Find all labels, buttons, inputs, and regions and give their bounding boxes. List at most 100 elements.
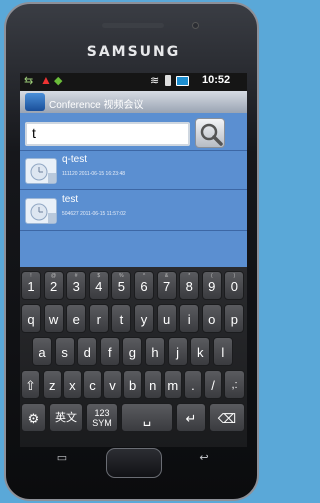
key[interactable]: $4	[88, 271, 109, 300]
menu-button[interactable]: ▭	[52, 451, 72, 475]
key[interactable]: y	[134, 304, 154, 333]
key[interactable]: m	[163, 370, 183, 399]
key[interactable]: l	[212, 337, 233, 366]
key[interactable]: g	[122, 337, 143, 366]
key[interactable]: o	[201, 304, 222, 333]
key[interactable]: ) 0	[224, 271, 245, 300]
key[interactable]: (9	[201, 271, 222, 300]
main-content: t q-test 111120 2011-06-15 16:23:48 test…	[20, 113, 247, 267]
key[interactable]: @2	[43, 271, 64, 300]
symbols-key-bottom: SYM	[92, 418, 112, 428]
key-label: 6	[140, 279, 148, 294]
key-hint: %	[119, 273, 124, 279]
key-hint: )	[233, 273, 236, 279]
key[interactable]: /	[203, 370, 223, 399]
status-bar: ⇆ ▲ ◆ ≋ 10:52	[20, 73, 247, 91]
list-item[interactable]: test 504627 2011-06-15 11:57:02	[20, 191, 247, 231]
key[interactable]: e	[66, 304, 87, 333]
search-button[interactable]	[195, 118, 225, 148]
key-label: 0	[230, 279, 238, 294]
home-button[interactable]	[106, 448, 162, 478]
symbols-key[interactable]: 123 SYM	[86, 403, 118, 432]
earpiece-speaker	[102, 23, 164, 28]
key[interactable]: f	[99, 337, 120, 366]
soft-keyboard: ! 1 @2 #3 $4% 5 ^ 6 & 7 * 8(9) 0 qwertyuiop asdfghjk…	[20, 267, 247, 447]
key[interactable]: t	[111, 304, 132, 333]
clock: 10:52	[202, 74, 231, 86]
sim-icon	[165, 75, 171, 86]
shift-icon: ⇧	[25, 378, 36, 393]
key-hint: @	[51, 273, 57, 279]
key-label: 1	[27, 279, 35, 294]
key[interactable]: z	[43, 370, 62, 399]
back-button[interactable]: ↩	[194, 451, 214, 475]
key[interactable]: ^ 6	[134, 271, 154, 300]
android-icon: ◆	[54, 75, 63, 87]
key[interactable]: b	[123, 370, 142, 399]
key[interactable]: d	[77, 337, 98, 366]
backspace-key[interactable]: ⌫	[209, 403, 245, 432]
settings-key[interactable]: ⚙	[21, 403, 46, 432]
key[interactable]: h	[145, 337, 165, 366]
search-input[interactable]: t	[25, 122, 190, 146]
shift-key[interactable]: ⇧	[21, 370, 40, 399]
key[interactable]: r	[88, 304, 109, 333]
phone-frame: SAMSUNG ⇆ ▲ ◆ ≋ 10:52 Conference 视频会议 t	[4, 2, 259, 501]
menu-icon: ▭	[56, 452, 68, 464]
key[interactable]: v	[103, 370, 122, 399]
list-item-title: test	[62, 194, 79, 205]
brand-logo: SAMSUNG	[86, 44, 181, 60]
key[interactable]: k	[190, 337, 211, 366]
key[interactable]: % 5	[111, 271, 132, 300]
backspace-icon: ⌫	[217, 411, 237, 426]
enter-key[interactable]: ↵	[176, 403, 206, 432]
enter-icon: ↵	[185, 411, 197, 426]
wifi-icon: ≋	[150, 75, 160, 87]
key[interactable]: p	[224, 304, 245, 333]
punctuation-key[interactable]: ,:	[224, 370, 245, 399]
key[interactable]: i	[179, 304, 200, 333]
search-icon	[200, 123, 223, 146]
gear-icon: ⚙	[27, 411, 40, 426]
key[interactable]: q	[21, 304, 41, 333]
list-item-subtitle: 504627 2011-06-15 11:57:02	[62, 211, 126, 217]
conference-icon	[25, 158, 57, 184]
app-title: Conference 视频会议	[49, 100, 144, 111]
key-label: 8	[185, 279, 193, 294]
usb-icon: ⇆	[24, 75, 34, 87]
key-label: 7	[162, 279, 171, 294]
key[interactable]: w	[43, 304, 64, 333]
key-label: 4	[95, 279, 103, 294]
space-key[interactable]: ␣	[121, 403, 173, 432]
key[interactable]: u	[156, 304, 177, 333]
symbols-key-top: 123	[94, 408, 110, 418]
key[interactable]: #3	[66, 271, 87, 300]
battery-icon	[176, 76, 189, 86]
key-label: 2	[49, 279, 58, 294]
key[interactable]: j	[167, 337, 188, 366]
key[interactable]: .	[183, 370, 203, 399]
list-item[interactable]: q-test 111120 2011-06-15 16:23:48	[20, 150, 247, 190]
front-camera	[192, 22, 199, 29]
language-key[interactable]: 英文	[49, 403, 83, 432]
key-label: 5	[117, 279, 125, 294]
key-label: 3	[72, 279, 80, 294]
key[interactable]: a	[32, 337, 52, 366]
key-hint: #	[74, 273, 78, 279]
key[interactable]: ! 1	[21, 271, 41, 300]
key-hint: !	[30, 273, 32, 279]
key[interactable]: s	[54, 337, 75, 366]
app-title-bar: Conference 视频会议	[20, 91, 247, 113]
key[interactable]: & 7	[156, 271, 177, 300]
key[interactable]: n	[143, 370, 162, 399]
conference-icon	[25, 198, 57, 224]
warning-icon: ▲	[40, 73, 52, 87]
key-hint: $	[97, 273, 101, 279]
key[interactable]: c	[83, 370, 102, 399]
app-logo-icon	[25, 93, 45, 111]
key[interactable]: * 8	[179, 271, 200, 300]
key[interactable]: x	[63, 370, 82, 399]
key-hint: (	[210, 273, 213, 279]
key-hint: *	[188, 273, 191, 279]
key-label: 9	[208, 279, 216, 294]
